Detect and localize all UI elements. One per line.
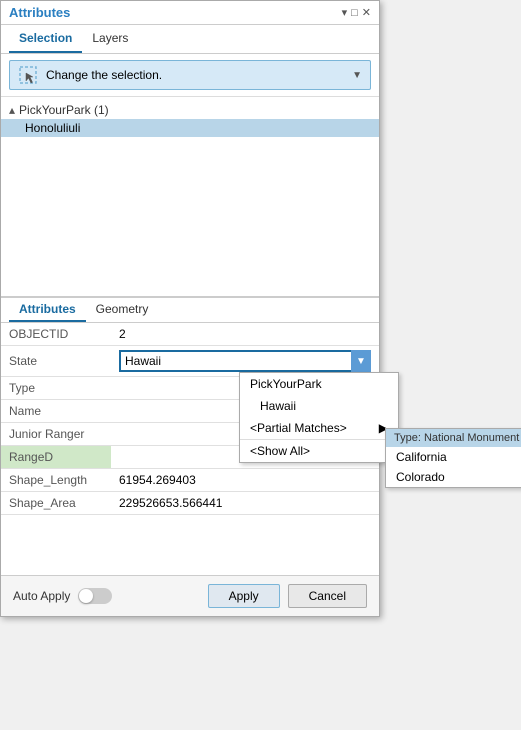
selection-toolbar: Change the selection. ▼ — [1, 54, 379, 97]
dropdown-item-pickyourpark[interactable]: PickYourPark — [240, 373, 398, 395]
submenu-header: Type: National Monument — [386, 429, 521, 447]
minimize-button[interactable]: □ — [351, 7, 358, 19]
field-label: Shape_Length — [1, 469, 111, 492]
cancel-button[interactable]: Cancel — [288, 584, 367, 608]
pin-button[interactable]: ▾ — [342, 6, 348, 19]
toggle-knob — [79, 589, 93, 603]
field-label: OBJECTID — [1, 323, 111, 346]
dropdown-item-hawaii[interactable]: Hawaii — [240, 395, 398, 417]
field-value-state: ▼ PickYourPark Hawaii <Partial Matches> … — [111, 346, 379, 377]
auto-apply-toggle[interactable] — [78, 588, 112, 604]
selection-cursor-icon — [18, 65, 38, 85]
state-input[interactable] — [119, 350, 371, 372]
tab-attributes[interactable]: Attributes — [9, 298, 86, 322]
expand-triangle-icon: ▴ — [9, 103, 15, 117]
dropdown-menu-list: PickYourPark Hawaii <Partial Matches> ▶ … — [239, 372, 399, 463]
tab-geometry[interactable]: Geometry — [86, 298, 159, 322]
attributes-table: OBJECTID 2 State ▼ PickYourPark Hawaii — [1, 323, 379, 515]
list-group-header: ▴ PickYourPark (1) — [1, 101, 379, 119]
auto-apply-section: Auto Apply — [13, 588, 112, 604]
field-value: 2 — [111, 323, 379, 346]
field-label: Name — [1, 400, 111, 423]
submenu-item-colorado[interactable]: Colorado — [386, 467, 521, 487]
field-label: Junior Ranger — [1, 423, 111, 446]
field-value: 229526653.566441 — [111, 492, 379, 515]
title-bar: Attributes ▾ □ ✕ — [1, 1, 379, 25]
apply-button[interactable]: Apply — [208, 584, 280, 608]
close-button[interactable]: ✕ — [362, 6, 371, 19]
footer-buttons: Apply Cancel — [208, 584, 367, 608]
state-dropdown-wrapper: ▼ — [119, 350, 371, 372]
auto-apply-label: Auto Apply — [13, 589, 70, 603]
section-tab-bar: Attributes Geometry — [1, 298, 379, 323]
spacer — [1, 515, 379, 575]
dropdown-chevron-icon: ▼ — [352, 70, 362, 81]
field-label-ranged: RangeD — [1, 446, 111, 469]
change-selection-dropdown[interactable]: Change the selection. ▼ — [9, 60, 371, 90]
attributes-section: Attributes Geometry OBJECTID 2 State ▼ — [1, 297, 379, 515]
footer: Auto Apply Apply Cancel — [1, 575, 379, 616]
attributes-panel: Attributes ▾ □ ✕ Selection Layers Change… — [0, 0, 380, 617]
table-row-state: State ▼ PickYourPark Hawaii <Partial Mat… — [1, 346, 379, 377]
dropdown-item-partial-matches[interactable]: <Partial Matches> ▶ — [240, 417, 398, 439]
field-label-state: State — [1, 346, 111, 377]
table-row: Shape_Area 229526653.566441 — [1, 492, 379, 515]
panel-title: Attributes — [9, 5, 70, 20]
partial-matches-submenu: Type: National Monument California Color… — [385, 428, 521, 488]
field-value: 61954.269403 — [111, 469, 379, 492]
state-dropdown-arrow[interactable]: ▼ — [351, 350, 371, 372]
dropdown-item-show-all[interactable]: <Show All> — [240, 439, 398, 462]
tab-selection[interactable]: Selection — [9, 25, 82, 53]
table-row: Shape_Length 61954.269403 — [1, 469, 379, 492]
field-label: Shape_Area — [1, 492, 111, 515]
change-selection-label: Change the selection. — [46, 68, 162, 82]
title-bar-controls: ▾ □ ✕ — [342, 6, 371, 19]
tab-layers[interactable]: Layers — [82, 25, 138, 53]
list-group-title: PickYourPark (1) — [19, 103, 109, 117]
main-tab-bar: Selection Layers — [1, 25, 379, 54]
submenu-item-california[interactable]: California — [386, 447, 521, 467]
table-row: OBJECTID 2 — [1, 323, 379, 346]
list-item[interactable]: Honoluliuli — [1, 119, 379, 137]
field-label: Type — [1, 377, 111, 400]
list-area: ▴ PickYourPark (1) Honoluliuli — [1, 97, 379, 297]
